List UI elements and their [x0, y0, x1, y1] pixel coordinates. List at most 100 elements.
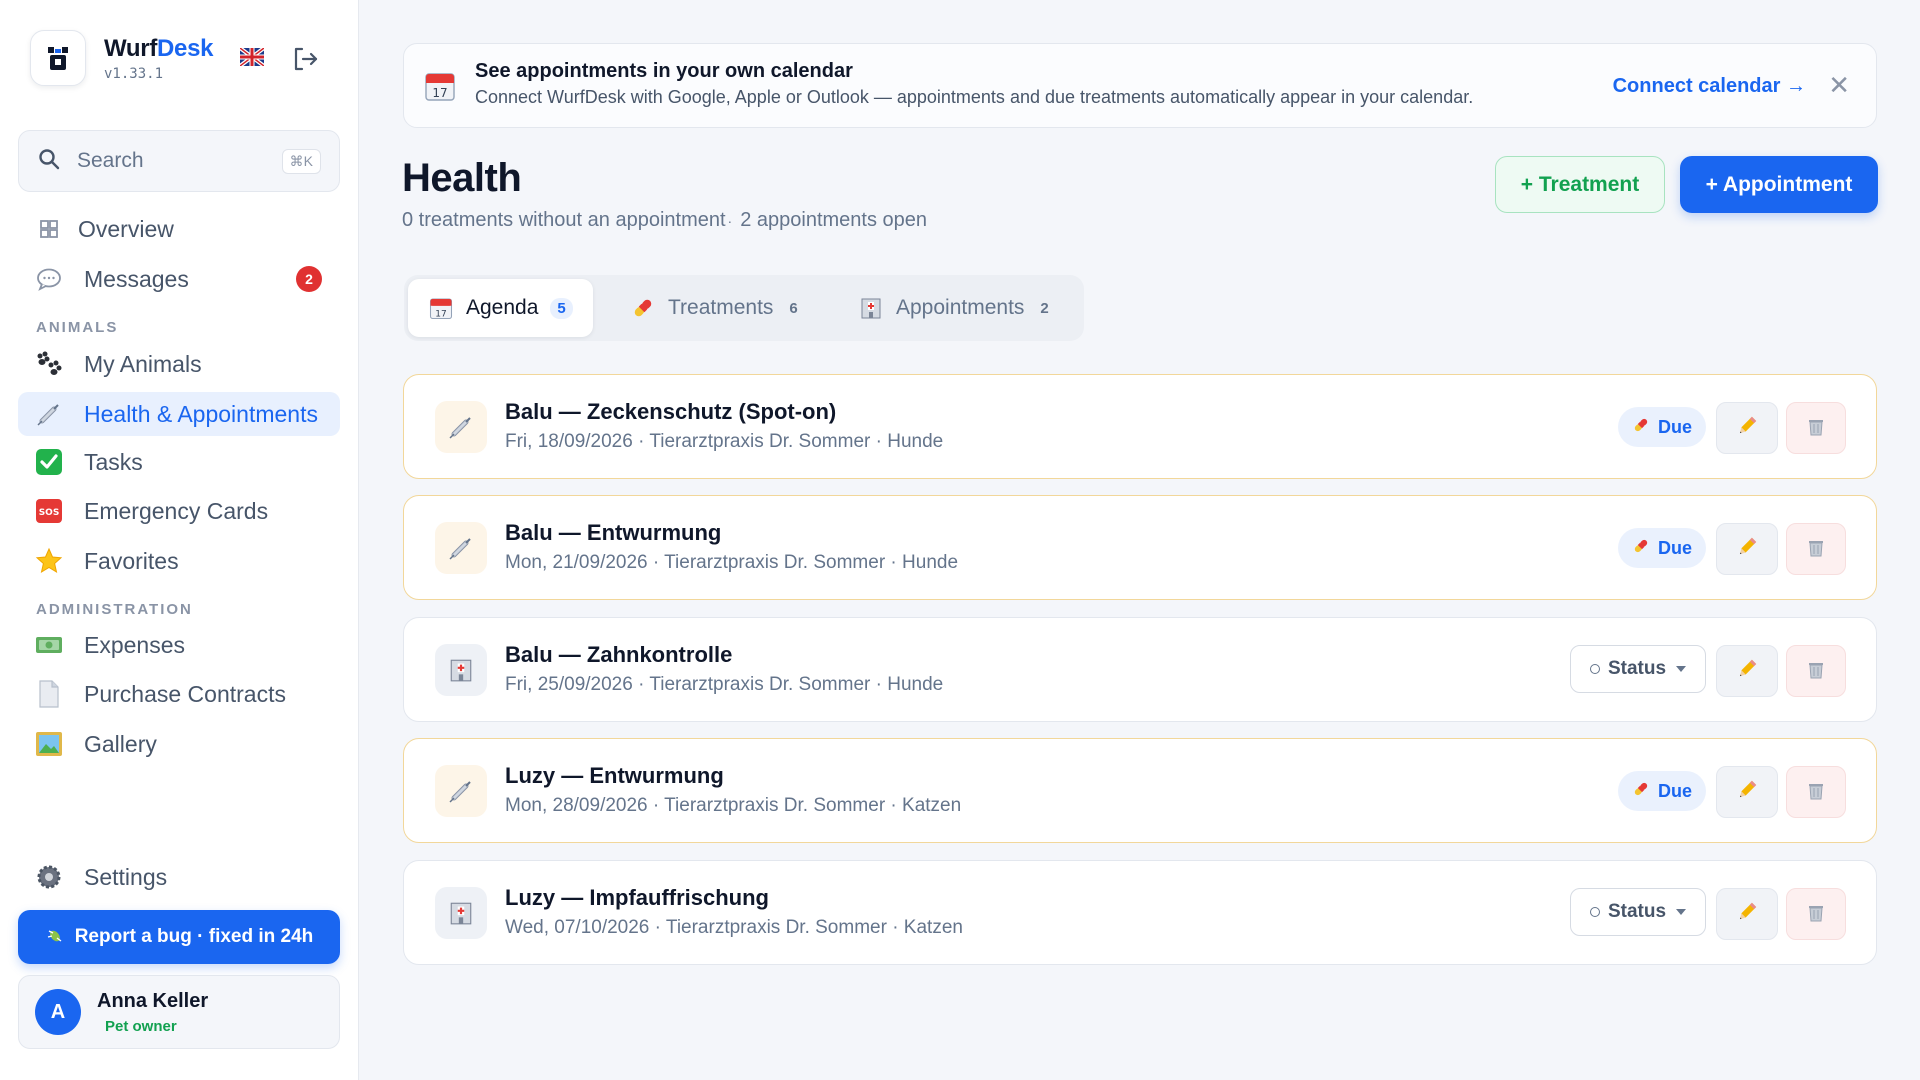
- unread-badge: 2: [296, 266, 322, 292]
- trash-icon: [1805, 415, 1827, 442]
- edit-button[interactable]: [1716, 645, 1778, 697]
- agenda-item[interactable]: Luzy — Entwurmung Mon, 28/09/2026 · Tier…: [403, 738, 1877, 843]
- sidebar-item-label: Expenses: [84, 631, 186, 658]
- sidebar-item-label: Health & Appointments: [84, 400, 318, 427]
- svg-text:SOS: SOS: [39, 508, 60, 518]
- item-meta: Mon, 28/09/2026 · Tierarztpraxis Dr. Som…: [505, 795, 962, 816]
- sidebar-item-messages[interactable]: Messages 2: [18, 257, 340, 301]
- grid-icon: [34, 214, 64, 244]
- search-input[interactable]: Search ⌘K: [18, 130, 340, 192]
- sidebar-item-emergency-cards[interactable]: SOS Emergency Cards: [18, 489, 340, 533]
- user-role: Pet owner: [105, 1017, 177, 1035]
- tab-appointments[interactable]: Appointments 2: [838, 279, 1069, 337]
- status-dropdown[interactable]: Status: [1570, 645, 1706, 693]
- status-dropdown[interactable]: Status: [1570, 888, 1706, 936]
- delete-button[interactable]: [1786, 766, 1846, 818]
- delete-button[interactable]: [1786, 888, 1846, 940]
- app-version: v1.33.1: [104, 65, 164, 82]
- hospital-icon: [435, 644, 487, 696]
- sidebar-item-health[interactable]: Health & Appointments: [18, 392, 340, 436]
- report-bug-button[interactable]: Report a bug · fixed in 24h: [18, 910, 340, 964]
- tab-label: Treatments: [668, 296, 774, 319]
- agenda-item[interactable]: Balu — Zahnkontrolle Fri, 25/09/2026 · T…: [403, 617, 1877, 722]
- hospital-icon: [858, 295, 884, 321]
- user-profile[interactable]: A Anna Keller Pet owner: [18, 975, 340, 1049]
- syringe-icon: [435, 401, 487, 453]
- picture-icon: [34, 729, 64, 759]
- user-name: Anna Keller: [97, 989, 209, 1012]
- tab-count: 2: [1040, 299, 1049, 317]
- sidebar-item-my-animals[interactable]: My Animals: [18, 342, 340, 386]
- sidebar-item-label: Gallery: [84, 730, 157, 757]
- sidebar-item-purchase-contracts[interactable]: Purchase Contracts: [18, 672, 340, 716]
- syringe-icon: [435, 765, 487, 817]
- speech-bubble-icon: [34, 264, 64, 294]
- item-meta: Wed, 07/10/2026 · Tierarztpraxis Dr. Som…: [505, 917, 963, 938]
- tab-treatments[interactable]: Treatments 6: [610, 279, 818, 337]
- sidebar-item-label: Favorites: [84, 547, 179, 574]
- sos-icon: SOS: [34, 496, 64, 526]
- sidebar-item-settings[interactable]: Settings: [18, 855, 340, 899]
- tab-agenda[interactable]: 17 Agenda 5: [408, 279, 593, 337]
- due-badge[interactable]: Due: [1617, 528, 1706, 568]
- sidebar-item-gallery[interactable]: Gallery: [18, 722, 340, 766]
- svg-text:17: 17: [435, 309, 446, 319]
- calendar-banner: 17 See appointments in your own calendar…: [403, 43, 1877, 128]
- edit-button[interactable]: [1716, 888, 1778, 940]
- edit-button[interactable]: [1716, 766, 1778, 818]
- due-badge[interactable]: Due: [1617, 771, 1706, 811]
- brand-name: WurfDesk: [104, 34, 214, 62]
- agenda-item[interactable]: Luzy — Impfauffrischung Wed, 07/10/2026 …: [403, 860, 1877, 965]
- close-banner-icon[interactable]: ✕: [1828, 72, 1850, 98]
- syringe-icon: [435, 522, 487, 574]
- banner-title: See appointments in your own calendar: [475, 60, 853, 82]
- item-meta: Fri, 25/09/2026 · Tierarztpraxis Dr. Som…: [505, 674, 944, 695]
- check-box-icon: [34, 447, 64, 477]
- calendar-icon: 17: [424, 70, 458, 104]
- pencil-icon: [1736, 415, 1758, 442]
- agenda-item[interactable]: Balu — Zeckenschutz (Spot-on) Fri, 18/09…: [403, 374, 1877, 479]
- delete-button[interactable]: [1786, 645, 1846, 697]
- agenda-item[interactable]: Balu — Entwurmung Mon, 21/09/2026 · Tier…: [403, 495, 1877, 600]
- delete-button[interactable]: [1786, 402, 1846, 454]
- pencil-icon: [1736, 779, 1758, 806]
- sidebar-item-favorites[interactable]: Favorites: [18, 539, 340, 583]
- pill-icon: [1632, 416, 1650, 439]
- sidebar-item-label: Tasks: [84, 448, 143, 475]
- section-label-animals: ANIMALS: [36, 319, 119, 336]
- logout-icon[interactable]: [290, 44, 320, 74]
- edit-button[interactable]: [1716, 523, 1778, 575]
- add-treatment-button[interactable]: + Treatment: [1495, 156, 1665, 213]
- page-title: Health: [402, 156, 522, 200]
- item-title: Luzy — Entwurmung: [505, 763, 724, 788]
- tab-label: Agenda: [466, 296, 539, 319]
- sidebar: WurfDesk v1.33.1 Search ⌘K Overview Mess…: [0, 0, 359, 1080]
- circle-icon: [1589, 664, 1600, 674]
- sidebar-item-tasks[interactable]: Tasks: [18, 440, 340, 484]
- sidebar-item-label: Overview: [78, 215, 174, 242]
- sidebar-item-label: Messages: [84, 265, 189, 292]
- sidebar-item-overview[interactable]: Overview: [18, 207, 340, 251]
- document-icon: [34, 679, 64, 709]
- uk-flag-icon[interactable]: [238, 46, 266, 68]
- syringe-icon: [34, 399, 64, 429]
- search-shortcut: ⌘K: [281, 148, 321, 174]
- delete-button[interactable]: [1786, 523, 1846, 575]
- pill-icon: [630, 295, 656, 321]
- hospital-icon: [435, 887, 487, 939]
- chevron-down-icon: [1676, 909, 1687, 915]
- edit-button[interactable]: [1716, 402, 1778, 454]
- item-title: Balu — Zahnkontrolle: [505, 642, 733, 667]
- connect-calendar-link[interactable]: Connect calendar →: [1613, 75, 1806, 98]
- trash-icon: [1805, 536, 1827, 563]
- report-bug-label: Report a bug · fixed in 24h: [74, 926, 314, 947]
- add-appointment-button[interactable]: + Appointment: [1680, 156, 1878, 213]
- pencil-icon: [1736, 536, 1758, 563]
- banner-text: Connect WurfDesk with Google, Apple or O…: [475, 87, 1474, 107]
- chevron-down-icon: [1676, 666, 1687, 672]
- due-badge[interactable]: Due: [1617, 407, 1706, 447]
- tab-label: Appointments: [896, 296, 1025, 319]
- item-meta: Fri, 18/09/2026 · Tierarztpraxis Dr. Som…: [505, 431, 944, 452]
- sidebar-item-label: My Animals: [84, 350, 202, 377]
- sidebar-item-expenses[interactable]: Expenses: [18, 623, 340, 667]
